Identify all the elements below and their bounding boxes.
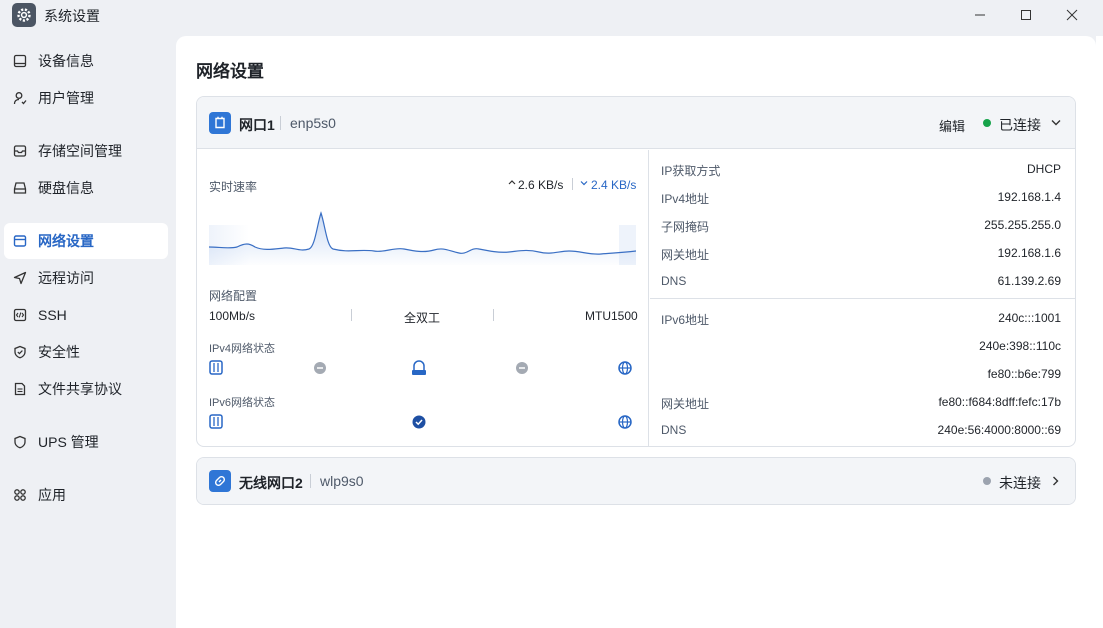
sidebar-item-security[interactable]: 安全性 <box>4 334 168 370</box>
sidebar-item-label: 设备信息 <box>38 53 94 69</box>
config-label: 网络配置 <box>209 289 258 303</box>
download-arrow-icon <box>580 181 588 186</box>
gateway-value: 192.168.1.6 <box>997 246 1061 260</box>
sidebar-item-label: 应用 <box>38 487 66 503</box>
ipv4-path-diagram <box>209 360 632 375</box>
page-title: 网络设置 <box>196 62 264 81</box>
sidebar-item-ssh[interactable]: SSH <box>4 297 168 333</box>
ipv4-address-value: 192.168.1.4 <box>997 190 1061 204</box>
send-icon <box>12 270 28 286</box>
sidebar-item-label: SSH <box>38 307 67 323</box>
ip-method-label: IP获取方式 <box>661 164 721 178</box>
sidebar-item-label: 存储空间管理 <box>38 143 122 159</box>
sidebar-item-label: 用户管理 <box>38 90 94 106</box>
apps-icon <box>12 487 28 503</box>
ethernet-port-icon <box>209 112 231 134</box>
link-speed: 100Mb/s <box>209 309 256 323</box>
duplex-mode: 全双工 <box>404 311 441 325</box>
port2-name: 无线网口2 <box>239 475 303 491</box>
device-icon <box>12 53 28 69</box>
dns-label: DNS <box>661 274 687 288</box>
sidebar-item-apps[interactable]: 应用 <box>4 477 168 513</box>
main-panel: 网络设置 网口1 enp5s0 编辑 已连接 实时速率 2.6 KB/s 2.4… <box>176 36 1096 628</box>
divider <box>280 116 281 130</box>
sidebar-item-label: 网络设置 <box>38 233 94 249</box>
code-icon <box>12 307 28 323</box>
port1-card: 网口1 enp5s0 编辑 已连接 实时速率 2.6 KB/s 2.4 KB/s <box>196 96 1076 447</box>
window-title: 系统设置 <box>44 8 100 24</box>
ipv6-dns-label: DNS <box>661 423 687 437</box>
ipv6-address-2: 240e:398::110c <box>979 339 1061 353</box>
sidebar-item-user-management[interactable]: 用户管理 <box>4 80 168 116</box>
edit-button[interactable]: 编辑 <box>939 116 965 135</box>
sidebar-item-label: 硬盘信息 <box>38 180 94 196</box>
settings-app-icon <box>12 3 36 27</box>
divider <box>572 178 573 190</box>
divider <box>351 309 352 321</box>
ipv6-gateway-label: 网关地址 <box>661 397 710 411</box>
sidebar-item-ups-management[interactable]: UPS 管理 <box>4 424 168 460</box>
chevron-right-icon[interactable] <box>1052 476 1060 486</box>
title-bar: 系统设置 <box>0 0 1103 36</box>
upload-arrow-icon <box>508 180 516 185</box>
close-button[interactable] <box>1049 0 1095 30</box>
divider <box>310 474 311 488</box>
ipv6-address-3: fe80::b6e:799 <box>987 367 1061 381</box>
sidebar-item-disk-info[interactable]: 硬盘信息 <box>4 170 168 206</box>
speed-chart <box>209 211 636 265</box>
upload-speed: 2.6 KB/s <box>518 178 564 192</box>
speed-label: 实时速率 <box>209 180 258 194</box>
subnet-mask-value: 255.255.255.0 <box>984 218 1061 232</box>
port1-name: 网口1 <box>239 117 275 133</box>
port2-header[interactable]: 无线网口2 wlp9s0 未连接 <box>197 458 1075 504</box>
user-icon <box>12 90 28 106</box>
ipv6-path-diagram <box>209 414 632 429</box>
sidebar-item-device-info[interactable]: 设备信息 <box>4 43 168 79</box>
mtu-value: MTU1500 <box>585 309 638 323</box>
gateway-label: 网关地址 <box>661 248 710 262</box>
maximize-button[interactable] <box>1003 0 1049 30</box>
ipv6-status-label: IPv6网络状态 <box>209 397 276 409</box>
dns-value: 61.139.2.69 <box>997 274 1061 288</box>
sidebar: 设备信息 用户管理 存储空间管理 硬盘信息 网络设置 远程访问 SSH 安全性 … <box>0 36 176 628</box>
status-dot-connected <box>983 119 991 127</box>
sidebar-item-label: 安全性 <box>38 344 80 360</box>
download-speed: 2.4 KB/s <box>591 178 637 192</box>
storage-icon <box>12 143 28 159</box>
shield-icon <box>12 344 28 360</box>
ups-icon <box>12 434 28 450</box>
port2-card[interactable]: 无线网口2 wlp9s0 未连接 <box>196 457 1076 505</box>
sidebar-item-label: 文件共享协议 <box>38 381 122 397</box>
ip-method-value: DHCP <box>1026 162 1061 176</box>
disk-icon <box>12 180 28 196</box>
ipv6-address-1: 240c:::1001 <box>998 311 1061 325</box>
port2-status: 未连接 <box>999 475 1041 491</box>
subnet-mask-label: 子网掩码 <box>661 220 710 234</box>
minimize-button[interactable] <box>957 0 1003 30</box>
chevron-down-icon[interactable] <box>1051 119 1061 127</box>
port1-interface: enp5s0 <box>290 115 336 131</box>
ipv6-gateway-value: fe80::f684:8dff:fefc:17b <box>938 395 1061 409</box>
sidebar-item-file-sharing[interactable]: 文件共享协议 <box>4 371 168 407</box>
scrollbar-track[interactable] <box>1096 36 1103 628</box>
ipv6-dns-value: 240e:56:4000:8000::69 <box>937 423 1061 437</box>
sidebar-item-label: 远程访问 <box>38 270 94 286</box>
sidebar-item-remote-access[interactable]: 远程访问 <box>4 260 168 296</box>
sidebar-item-network-settings[interactable]: 网络设置 <box>4 223 168 259</box>
status-dot-disconnected <box>983 477 991 485</box>
sidebar-item-label: UPS 管理 <box>38 434 99 450</box>
network-icon <box>12 233 28 249</box>
ipv4-address-label: IPv4地址 <box>661 192 710 206</box>
ipv6-address-label: IPv6地址 <box>661 313 710 327</box>
port1-status: 已连接 <box>999 117 1041 133</box>
sidebar-item-storage-management[interactable]: 存储空间管理 <box>4 133 168 169</box>
wireless-link-icon <box>209 470 231 492</box>
divider <box>650 298 1075 299</box>
file-icon <box>12 381 28 397</box>
divider <box>493 309 494 321</box>
port1-status-pane: 实时速率 2.6 KB/s 2.4 KB/s 网络配置 100Mb/s 全双工 … <box>197 150 649 446</box>
port2-interface: wlp9s0 <box>320 473 364 489</box>
port1-header[interactable]: 网口1 enp5s0 编辑 已连接 <box>197 97 1075 149</box>
ipv4-status-label: IPv4网络状态 <box>209 343 276 355</box>
